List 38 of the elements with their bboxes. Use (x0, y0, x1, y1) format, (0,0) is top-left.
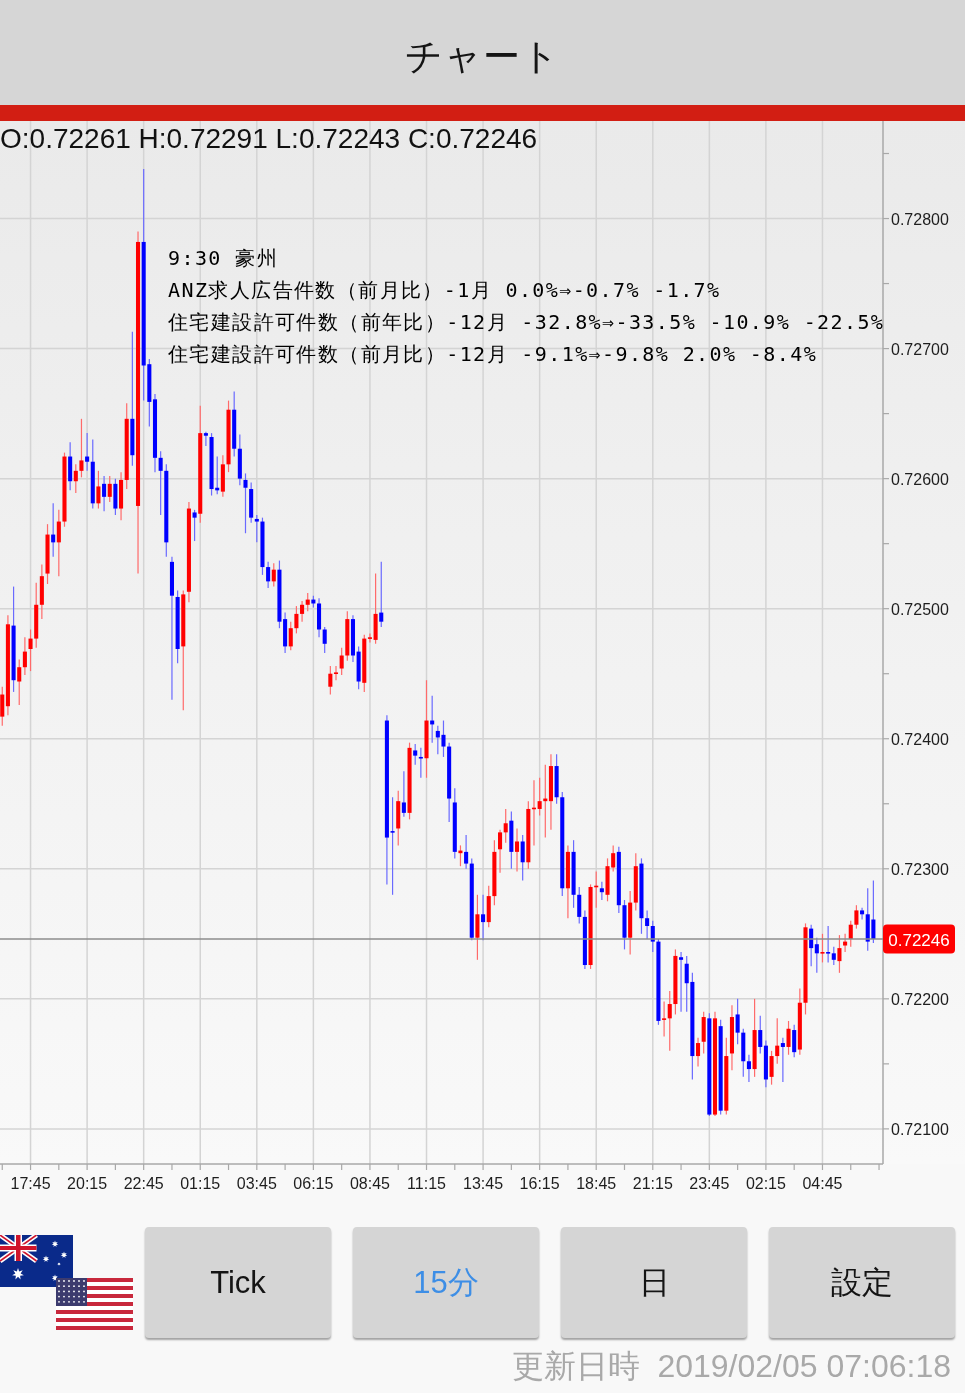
time-axis-label: 20:15 (67, 1175, 108, 1192)
time-axis-label: 08:45 (349, 1175, 390, 1192)
price-axis-label: 0.72500 (891, 600, 949, 618)
ref-line-label: 0.72246 (888, 930, 950, 950)
time-axis-label: 11:15 (407, 1175, 446, 1192)
current-price-badge: 0.72246 (883, 924, 955, 954)
timeframe-button[interactable]: 日 (561, 1227, 747, 1338)
update-time-label: 更新日時 (512, 1349, 641, 1385)
ohlc-readout: O:0.72261 H:0.72291 L:0.72243 C:0.72246 (0, 123, 538, 154)
event-indicator-text: 住宅建設許可件数（前年比）-12月 -32.8%⇒-33.5% -10.9% -22.5% (168, 310, 885, 334)
time-axis-label: 18:45 (576, 1175, 617, 1192)
timeframe-button[interactable]: Tick (145, 1227, 331, 1338)
price-axis-label: 0.72300 (891, 860, 949, 878)
time-axis-label: 21:15 (632, 1175, 673, 1192)
screen-title: チャート (405, 36, 560, 78)
price-axis-label: 0.72800 (891, 210, 949, 228)
time-axis-label: 23:45 (689, 1175, 730, 1192)
price-axis-label: 0.72400 (891, 730, 949, 748)
price-axis-label: 0.72600 (891, 470, 949, 488)
time-axis-label: 16:15 (519, 1175, 560, 1192)
time-axis-label: 13:45 (463, 1175, 504, 1192)
australian-flag-icon[interactable] (0, 1235, 73, 1287)
time-axis-label: 04:45 (802, 1175, 843, 1192)
event-indicator-text: ANZ求人広告件数（前月比）-1月 0.0%⇒-0.7% -1.7% (168, 278, 721, 302)
time-axis-label: 17:45 (10, 1175, 51, 1192)
update-timestamp: 2019/02/05 07:06:18 (657, 1349, 951, 1385)
time-axis-label: 22:45 (123, 1175, 164, 1192)
settings-button[interactable]: 設定 (769, 1227, 955, 1338)
price-axis-label: 0.72200 (891, 990, 949, 1008)
time-axis-label: 03:45 (236, 1175, 277, 1192)
price-axis-label: 0.72100 (891, 1120, 949, 1138)
american-flag-icon[interactable] (56, 1278, 133, 1330)
time-axis-label: 02:15 (745, 1175, 786, 1192)
time-axis-label: 06:15 (293, 1175, 334, 1192)
time-axis-label: 01:15 (180, 1175, 221, 1192)
price-axis-label: 0.72700 (891, 340, 949, 358)
event-heading: 9:30 豪州 (168, 246, 278, 270)
event-indicator-text: 住宅建設許可件数（前月比）-12月 -9.1%⇒-9.8% 2.0% -8.4% (168, 342, 818, 366)
